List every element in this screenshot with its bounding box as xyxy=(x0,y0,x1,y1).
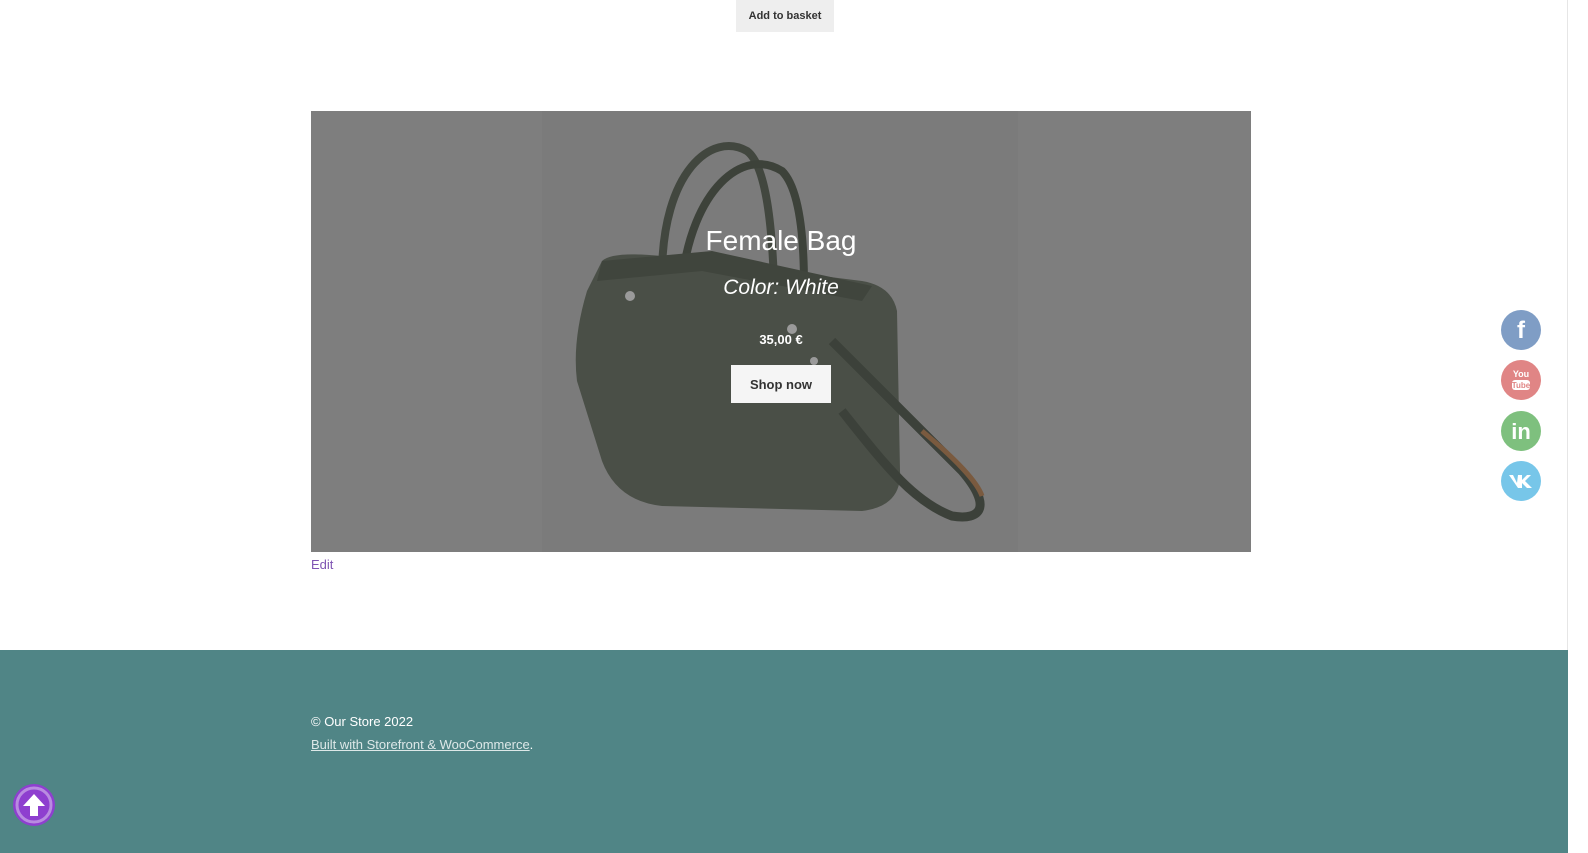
edit-link[interactable]: Edit xyxy=(311,557,333,572)
shop-now-button[interactable]: Shop now xyxy=(731,365,831,403)
footer-built-with: Built with Storefront & WooCommerce. xyxy=(311,737,533,752)
hero-subtitle: Color: White xyxy=(723,276,839,299)
built-with-suffix: . xyxy=(529,737,534,752)
site-footer: © Our Store 2022 Built with Storefront &… xyxy=(0,650,1568,853)
linkedin-icon[interactable]: in xyxy=(1501,411,1541,451)
hero-banner: Female Bag Color: White 35,00 € Shop now xyxy=(311,111,1251,552)
hero-title: Female Bag xyxy=(705,225,857,256)
hero-price: 35,00 € xyxy=(759,332,803,347)
svg-text:f: f xyxy=(1517,317,1526,344)
footer-copyright: © Our Store 2022 xyxy=(311,714,414,729)
facebook-icon[interactable]: f xyxy=(1501,310,1541,350)
built-with-link[interactable]: Built with Storefront & WooCommerce xyxy=(311,737,530,752)
page: Add to basket Female Bag Color: White 35… xyxy=(0,0,1588,853)
back-to-top-button[interactable] xyxy=(13,784,55,826)
svg-text:in: in xyxy=(1511,419,1531,444)
arrow-up-icon xyxy=(15,786,53,824)
scrollbar[interactable] xyxy=(1567,0,1588,853)
add-to-basket-button[interactable]: Add to basket xyxy=(736,0,834,32)
vk-icon[interactable] xyxy=(1501,461,1541,501)
youtube-icon[interactable]: You Tube xyxy=(1501,360,1541,400)
svg-text:You: You xyxy=(1513,369,1529,379)
svg-text:Tube: Tube xyxy=(1512,381,1531,390)
